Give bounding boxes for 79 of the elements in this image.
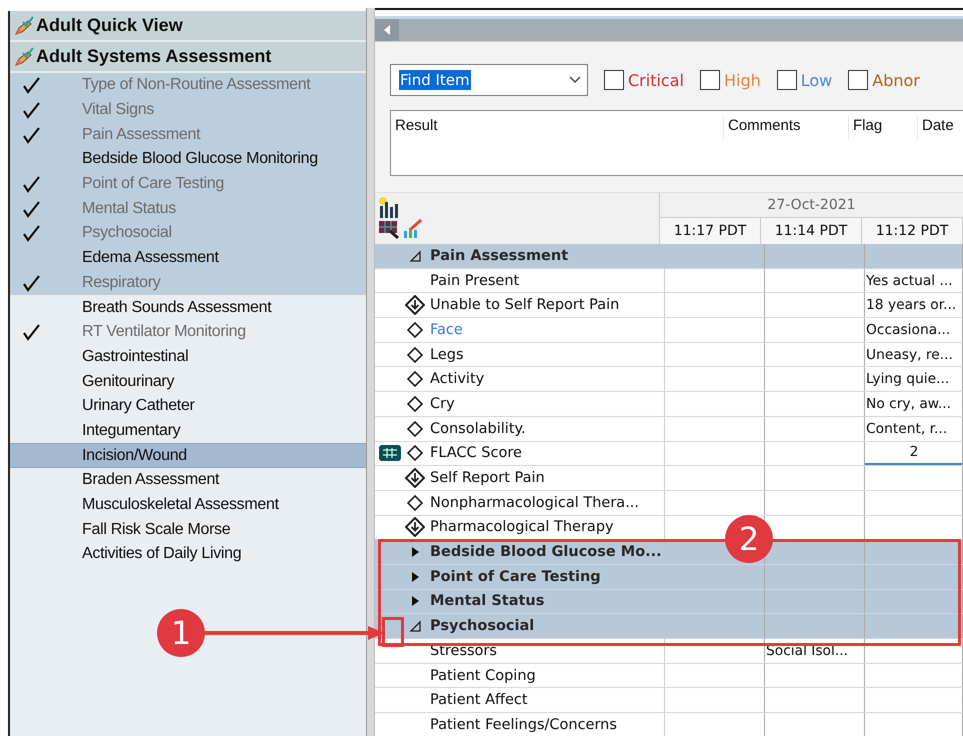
column-header[interactable]: 11:12 PDT [862, 218, 963, 244]
table-cell: Yes actual ... [865, 272, 953, 289]
row-label[interactable]: Consolability. [428, 420, 526, 437]
row-label[interactable]: Patient Affect [428, 692, 528, 708]
diamond-arrow-icon [405, 517, 425, 538]
row-label[interactable]: Patient Feelings/Concerns [428, 716, 617, 733]
checkbox[interactable] [604, 70, 624, 90]
diamond-icon [406, 346, 424, 364]
row-label[interactable]: Cry [428, 396, 455, 412]
table-cell: Lying quie... [865, 371, 950, 388]
find-item-dropdown[interactable]: Find Item [390, 64, 588, 96]
value-field[interactable]: 2 [865, 442, 962, 466]
table-cell: 18 years or... [865, 297, 956, 314]
column-header[interactable]: 11:17 PDT [660, 218, 761, 244]
section-label: Psychosocial [429, 618, 534, 634]
diamond-icon [406, 394, 424, 413]
diamond-icon [406, 420, 424, 438]
column-header[interactable]: Flag [848, 117, 917, 139]
row-label[interactable]: Pharmacological Therapy [428, 519, 614, 536]
section-row[interactable]: Mental Status [375, 590, 963, 614]
sidebar-item[interactable]: Integumentary [10, 418, 366, 444]
filter-label[interactable]: Abnor [872, 70, 920, 90]
chart-pencil-icon [402, 219, 424, 240]
left-triangle-icon [383, 24, 391, 36]
section-header[interactable]: Adult Quick View [10, 11, 366, 42]
collapse-button[interactable] [375, 19, 399, 41]
table-cell: Uneasy, re... [865, 346, 953, 363]
section-header[interactable]: Adult Systems Assessment [10, 42, 366, 73]
row-label[interactable]: Activity [428, 371, 484, 388]
row-label[interactable]: Legs [428, 346, 464, 363]
row-label[interactable]: Unable to Self Report Pain [428, 297, 620, 314]
section-label: Point of Care Testing [429, 568, 601, 585]
table-cell: No cry, aw... [865, 396, 951, 412]
diamond-icon [406, 320, 424, 339]
column-header[interactable]: Result [391, 117, 723, 139]
row-label[interactable]: Self Report Pain [428, 470, 545, 486]
diamond-icon [406, 494, 424, 512]
row-label[interactable]: FLACC Score [428, 445, 522, 462]
filter-label[interactable]: Critical [628, 70, 684, 90]
row-label[interactable]: Pain Present [428, 272, 520, 289]
section-label: Mental Status [429, 593, 544, 610]
checkbox[interactable] [848, 70, 868, 90]
section-row[interactable]: Pain Assessment [375, 244, 963, 269]
sidebar-item[interactable]: Genitourinary [10, 369, 366, 394]
pencil-check-icon [14, 16, 34, 36]
row-label[interactable]: Face [428, 322, 463, 338]
sidebar-item[interactable]: RT Ventilator Monitoring [10, 320, 366, 345]
section-row[interactable]: Psychosocial [375, 614, 963, 639]
sidebar-item[interactable]: Musculoskeletal Assessment [10, 492, 366, 518]
table-pencil-icon [378, 219, 400, 240]
table-cell: Occasiona... [865, 322, 950, 338]
diamond-icon [406, 444, 424, 462]
section-label: Pain Assessment [429, 248, 568, 264]
checkbox[interactable] [700, 70, 720, 90]
sidebar-item[interactable]: Bedside Blood Glucose Monitoring [10, 147, 366, 172]
column-header[interactable]: Date [917, 117, 954, 139]
column-header[interactable]: Comments [723, 117, 848, 139]
sidebar-item[interactable]: Fall Risk Scale Morse [10, 517, 366, 542]
section-row[interactable]: Point of Care Testing [375, 564, 963, 590]
row-label[interactable]: Patient Coping [428, 668, 536, 684]
row-label[interactable]: Stressors [428, 642, 497, 659]
chevron-down-icon [569, 76, 581, 84]
sidebar-item[interactable]: Gastrointestinal [10, 344, 366, 370]
table-cell: Content, r... [865, 420, 948, 437]
diamond-arrow-icon [405, 468, 425, 488]
checkbox[interactable] [776, 70, 797, 90]
bar-chart-icon [378, 196, 400, 219]
diamond-icon [406, 370, 424, 388]
section-label: Bedside Blood Glucose Mo... [429, 544, 662, 560]
diamond-arrow-icon [405, 295, 425, 316]
sidebar-item[interactable]: Breath Sounds Assessment [10, 295, 366, 320]
row-label[interactable]: Nonpharmacological Thera... [428, 494, 640, 511]
column-header[interactable]: 11:14 PDT [761, 218, 862, 244]
sidebar-item[interactable]: Edema Assessment [10, 246, 366, 270]
sidebar-item[interactable]: Activities of Daily Living [10, 542, 366, 567]
pencil-check-icon [14, 46, 34, 66]
sidebar-item[interactable]: Urinary Catheter [10, 394, 366, 419]
sidebar-item[interactable]: Incision/Wound [10, 443, 366, 468]
sidebar-item[interactable]: Braden Assessment [10, 468, 366, 493]
